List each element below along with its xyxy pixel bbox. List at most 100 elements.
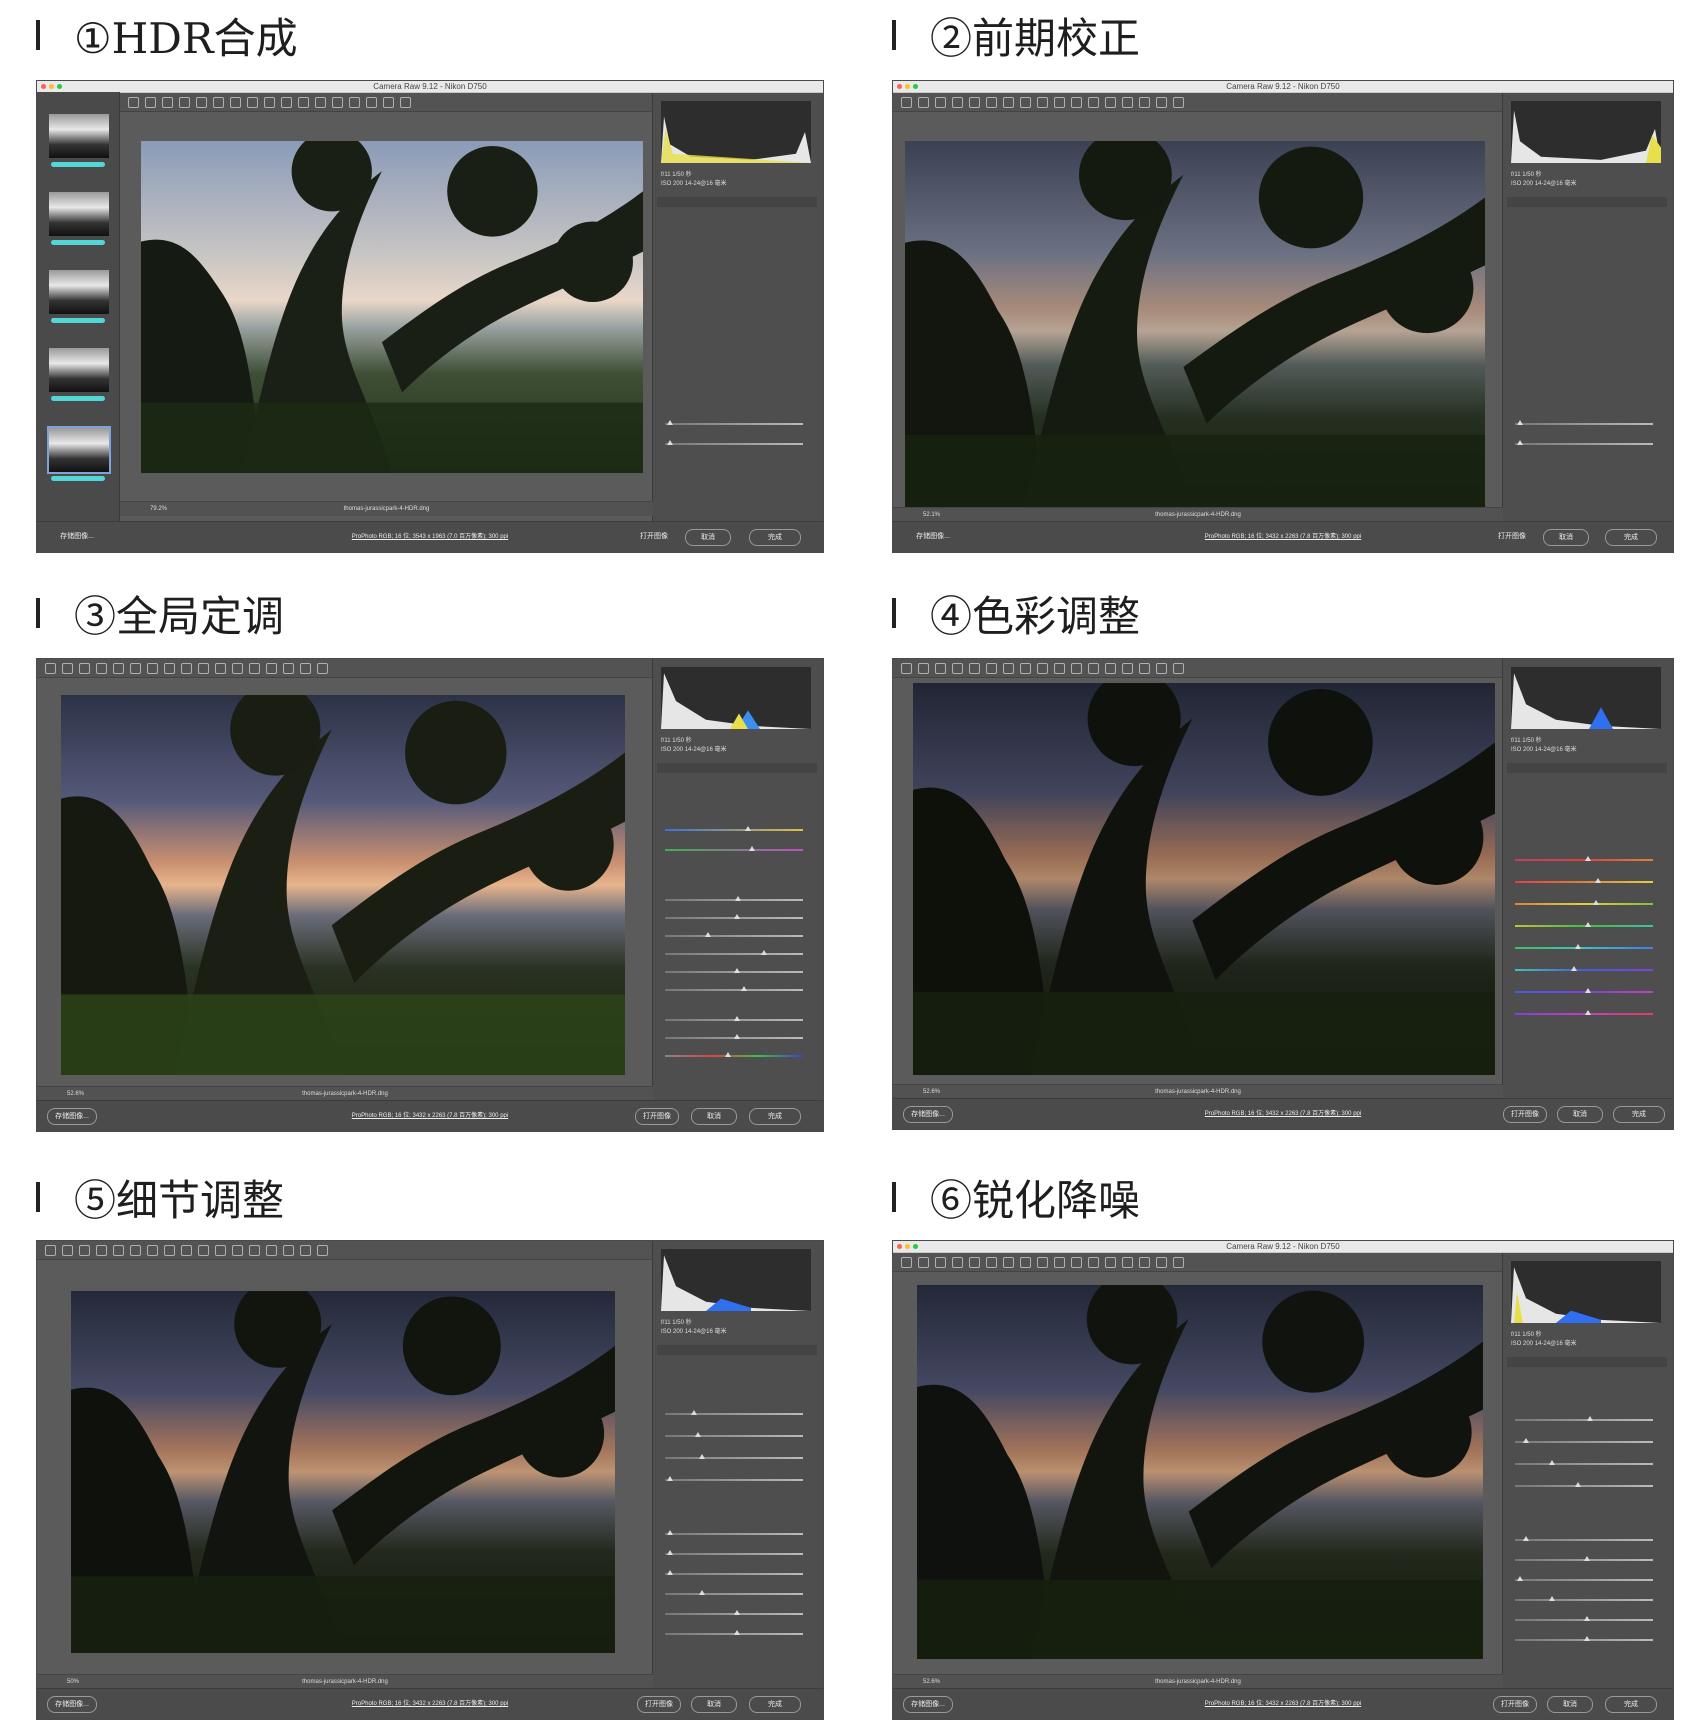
target-adjust-icon[interactable]	[113, 663, 124, 674]
luminance-detail-slider[interactable]	[1515, 1556, 1653, 1561]
color-nr-slider[interactable]	[665, 1590, 803, 1595]
rotate-right-icon[interactable]	[300, 1245, 311, 1256]
transform-icon[interactable]	[164, 663, 175, 674]
exposure-slider[interactable]	[665, 896, 803, 901]
brush-icon[interactable]	[215, 663, 226, 674]
trash-icon[interactable]	[1173, 97, 1184, 108]
zoom-icon[interactable]	[901, 97, 912, 108]
red-eye-icon[interactable]	[1054, 663, 1065, 674]
done-button[interactable]: 完成	[749, 1108, 801, 1125]
preferences-icon[interactable]	[349, 97, 360, 108]
straighten-icon[interactable]	[230, 97, 241, 108]
zoom-icon[interactable]	[45, 1245, 56, 1256]
temperature-slider[interactable]	[665, 826, 803, 831]
open-image-button[interactable]: 打开图像	[635, 529, 673, 544]
preferences-icon[interactable]	[266, 663, 277, 674]
radial-filter-icon[interactable]	[1105, 97, 1116, 108]
color-sampler-icon[interactable]	[179, 97, 190, 108]
rotate-left-icon[interactable]	[1139, 97, 1150, 108]
open-image-button[interactable]: 打开图像	[1503, 1106, 1547, 1123]
rotate-right-icon[interactable]	[300, 663, 311, 674]
graduated-filter-icon[interactable]	[1088, 663, 1099, 674]
luminance-contrast-slider[interactable]	[1515, 1576, 1653, 1581]
preview-image[interactable]	[61, 695, 625, 1075]
zoom-icon[interactable]	[45, 663, 56, 674]
open-image-button[interactable]: 打开图像	[635, 1108, 679, 1125]
luminance-nr-slider[interactable]	[1515, 1536, 1653, 1541]
straighten-icon[interactable]	[147, 1245, 158, 1256]
rotate-left-icon[interactable]	[1139, 663, 1150, 674]
filmstrip-thumb[interactable]	[49, 114, 109, 158]
cancel-button[interactable]: 取消	[691, 1696, 737, 1713]
cancel-button[interactable]: 取消	[1557, 1106, 1603, 1123]
sharpen-radius-slider[interactable]	[665, 1432, 803, 1437]
spot-removal-icon[interactable]	[181, 663, 192, 674]
graduated-filter-icon[interactable]	[315, 97, 326, 108]
target-adjust-icon[interactable]	[196, 97, 207, 108]
preferences-icon[interactable]	[1122, 1257, 1133, 1268]
crop-icon[interactable]	[213, 97, 224, 108]
hsl-blue-slider[interactable]	[1515, 966, 1653, 971]
blacks-slider[interactable]	[665, 986, 803, 991]
brush-icon[interactable]	[298, 97, 309, 108]
trash-icon[interactable]	[317, 663, 328, 674]
hsl-yellow-slider[interactable]	[1515, 900, 1653, 905]
hand-icon[interactable]	[918, 1257, 929, 1268]
hsl-purple-slider[interactable]	[1515, 988, 1653, 993]
white-balance-icon[interactable]	[162, 97, 173, 108]
graduated-filter-icon[interactable]	[1088, 97, 1099, 108]
radial-filter-icon[interactable]	[1105, 663, 1116, 674]
done-button[interactable]: 完成	[749, 1696, 801, 1713]
luminance-detail-slider[interactable]	[665, 1550, 803, 1555]
sharpen-amount-slider[interactable]	[665, 1410, 803, 1415]
whites-slider[interactable]	[665, 968, 803, 973]
cancel-button[interactable]: 取消	[685, 529, 731, 546]
sharpen-radius-slider[interactable]	[1515, 1438, 1653, 1443]
white-balance-icon[interactable]	[935, 97, 946, 108]
sharpen-detail-slider[interactable]	[665, 1454, 803, 1459]
preview-image[interactable]	[917, 1285, 1483, 1659]
zoom-icon[interactable]	[901, 1257, 912, 1268]
graduated-filter-icon[interactable]	[232, 1245, 243, 1256]
zoom-icon[interactable]	[901, 663, 912, 674]
hand-icon[interactable]	[62, 1245, 73, 1256]
panel-tabs[interactable]	[1507, 197, 1667, 207]
color-nr-slider[interactable]	[1515, 1596, 1653, 1601]
workflow-options-link[interactable]: ProPhoto RGB; 16 位; 3432 x 2263 (7.8 百万像…	[893, 1108, 1673, 1117]
filmstrip-thumb[interactable]	[49, 192, 109, 236]
luminance-contrast-slider[interactable]	[665, 1570, 803, 1575]
open-image-button[interactable]: 打开图像	[1493, 1696, 1537, 1713]
filmstrip[interactable]	[37, 92, 120, 522]
red-eye-icon[interactable]	[198, 1245, 209, 1256]
crop-icon[interactable]	[130, 1245, 141, 1256]
color-smoothness-slider[interactable]	[665, 1630, 803, 1635]
straighten-icon[interactable]	[147, 663, 158, 674]
vibrance-slider[interactable]	[665, 1034, 803, 1039]
done-button[interactable]: 完成	[1613, 1106, 1665, 1123]
hand-icon[interactable]	[145, 97, 156, 108]
saturation-slider[interactable]	[665, 1052, 803, 1057]
target-adjust-icon[interactable]	[969, 97, 980, 108]
transform-icon[interactable]	[164, 1245, 175, 1256]
panel-tabs[interactable]	[657, 197, 817, 207]
transform-icon[interactable]	[247, 97, 258, 108]
brush-icon[interactable]	[1071, 1257, 1082, 1268]
rotate-right-icon[interactable]	[1156, 1257, 1167, 1268]
color-sampler-icon[interactable]	[952, 97, 963, 108]
transform-icon[interactable]	[1020, 1257, 1031, 1268]
crop-icon[interactable]	[986, 97, 997, 108]
graduated-filter-icon[interactable]	[232, 663, 243, 674]
radial-filter-icon[interactable]	[249, 1245, 260, 1256]
color-sampler-icon[interactable]	[952, 1257, 963, 1268]
transform-icon[interactable]	[1020, 97, 1031, 108]
crop-icon[interactable]	[986, 1257, 997, 1268]
target-adjust-icon[interactable]	[113, 1245, 124, 1256]
zoom-icon[interactable]	[128, 97, 139, 108]
preferences-icon[interactable]	[266, 1245, 277, 1256]
white-balance-icon[interactable]	[79, 663, 90, 674]
brush-icon[interactable]	[215, 1245, 226, 1256]
preview-image[interactable]	[71, 1291, 615, 1653]
contrast-slider[interactable]	[665, 914, 803, 919]
rotate-left-icon[interactable]	[283, 663, 294, 674]
hand-icon[interactable]	[918, 663, 929, 674]
